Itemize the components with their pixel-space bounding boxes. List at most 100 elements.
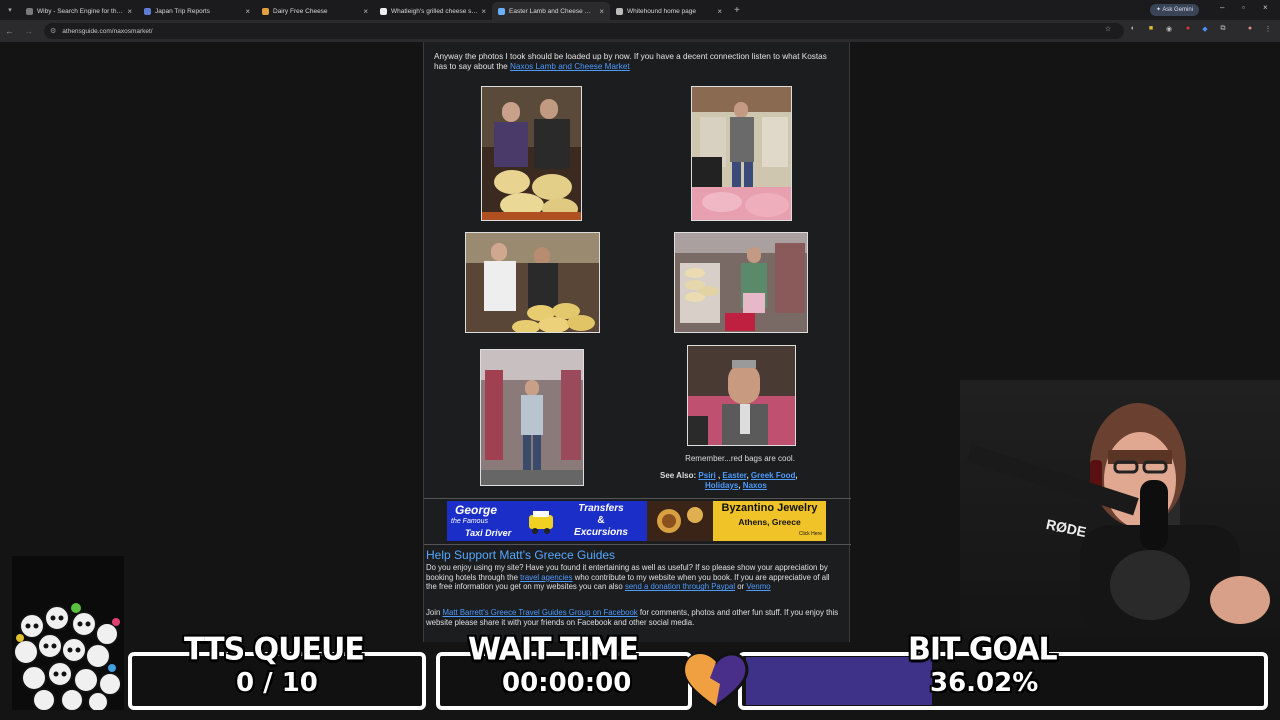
profile-avatar[interactable]: ● [1245,25,1255,35]
divider [424,544,851,545]
wait-time-value: 00:00:00 [502,668,632,698]
see-also-link-holidays[interactable]: Holidays [705,481,738,490]
toolbar: ← → ↻ ⚙ athensguide.com/naxosmarket/ [0,20,1280,42]
tab-japan-trip[interactable]: Japan Trip Reports × [138,2,256,20]
tab-title: Dairy Free Cheese [273,7,328,15]
photo-man-red-bags[interactable] [687,345,796,446]
banner-george-taxi[interactable]: George the Famous Taxi Driver [447,501,555,541]
facebook-group-link[interactable]: Matt Barrett's Greece Travel Guides Grou… [442,608,637,617]
help-paragraph-facebook: Join Matt Barrett's Greece Travel Guides… [426,608,846,627]
site-info-icon[interactable]: ⚙ [50,27,56,35]
help-text: or [735,582,747,592]
photo-lamb-vendor[interactable] [691,86,792,221]
kebab-menu-icon[interactable]: ⋮ [1263,25,1273,35]
see-also-link-easter[interactable]: Easter [722,471,746,480]
forward-icon[interactable]: → [19,26,38,36]
photo-image [675,233,807,332]
webcam-feed: RØDE [960,380,1280,636]
close-icon[interactable]: × [599,7,604,16]
banner-line: Athens, Greece [738,517,801,527]
taxi-car-icon [529,511,553,534]
close-icon[interactable]: × [245,7,250,16]
naxos-market-link[interactable]: Naxos Lamb and Cheese Market [510,62,630,71]
close-icon[interactable]: × [363,7,368,16]
banner-line: Byzantino Jewelry [721,502,818,514]
url-text: athensguide.com/naxosmarket/ [62,27,153,35]
window-close-icon[interactable]: × [1263,3,1268,12]
extension-icon[interactable]: ● [1183,25,1193,35]
ask-gemini-label: Ask Gemini [1162,7,1194,13]
favicon-icon [26,7,33,15]
help-support-heading: Help Support Matt's Greece Guides [426,548,616,562]
content-column: Anyway the photos I took should be loade… [423,42,851,642]
bit-goal-label: BIT GOAL [908,631,1058,668]
venmo-link[interactable]: Venmo [746,582,770,591]
bit-goal-value: 36.02% [930,668,1039,698]
favicon-icon [144,7,151,15]
tab-whitehound[interactable]: Whitehound home page × [610,2,728,20]
banner-line: Click Here [798,531,822,537]
banner-line: Taxi Driver [465,528,512,538]
see-also-label: See Also: [660,471,697,480]
close-icon[interactable]: × [717,7,722,16]
intro-text: Anyway the photos I took should be loade… [434,52,827,71]
tab-title: Whitehound home page [627,7,697,15]
back-icon[interactable]: ← [0,26,19,36]
bit-goal-progress-fill [746,657,932,705]
avatar-panel [12,556,124,713]
new-tab-icon[interactable]: + [734,5,740,16]
divider [424,498,851,499]
extension-icon[interactable]: ◆ [1200,25,1210,35]
see-also-link-psiri[interactable]: Psiri [698,471,715,480]
close-icon[interactable]: × [127,7,132,16]
address-bar[interactable]: ⚙ athensguide.com/naxosmarket/ [44,23,1124,39]
extension-icon[interactable]: ◐ [1128,25,1138,35]
extensions-puzzle-icon[interactable]: ⧉ [1218,25,1228,35]
favicon-icon [616,7,623,15]
photo-image [692,87,791,220]
tab-wiby[interactable]: Wiby - Search Engine for the Cl × [20,2,138,20]
paypal-donation-link[interactable]: send a donation through Paypal [625,582,735,591]
close-icon[interactable]: × [481,7,486,16]
photo-two-men-cheese[interactable] [465,232,600,333]
photo-cheese-vendors[interactable] [481,86,582,221]
minimize-icon[interactable]: – [1220,3,1224,12]
see-also-link-greek-food[interactable]: Greek Food [751,471,795,480]
intro-paragraph: Anyway the photos I took should be loade… [434,52,834,72]
photo-image [466,233,599,332]
photo-image [482,87,581,220]
photo-image [688,346,795,445]
streamer-image [966,403,1270,636]
see-also-link-naxos[interactable]: Naxos [743,481,767,490]
tab-dairy-free[interactable]: Dairy Free Cheese × [256,2,374,20]
banner-transfers[interactable]: Transfers & Excursions [555,501,647,541]
ask-gemini-button[interactable]: ✦ Ask Gemini [1150,4,1200,16]
tab-title: Easter Lamb and Cheese Marke [509,7,597,15]
jewelry-image [657,507,703,533]
extension-icon[interactable]: ■ [1146,25,1156,35]
maximize-icon[interactable]: ▫ [1242,3,1245,12]
bookmark-star-icon[interactable]: ☆ [1103,25,1113,35]
tts-queue-value: 0 / 10 [236,668,318,698]
photo-cheese-stall[interactable] [674,232,808,333]
favicon-icon [498,7,505,15]
tab-search-icon[interactable]: ▾ [0,0,20,20]
favicon-icon [262,7,269,15]
tab-strip: ▾ Wiby - Search Engine for the Cl × Japa… [0,0,1280,20]
tab-grilled-cheese[interactable]: Whatleigh's grilled cheese sand × [374,2,492,20]
help-text: Join [426,608,443,617]
travel-agencies-link[interactable]: travel agencies [520,573,572,582]
banner-byzantino[interactable]: Byzantino Jewelry Athens, Greece Click H… [713,501,826,541]
tab-title: Japan Trip Reports [155,7,210,15]
heart-icon [683,652,749,708]
wait-time-label: WAIT TIME [468,631,639,668]
photo-caption: Remember...red bags are cool. [685,454,795,463]
tab-title: Whatleigh's grilled cheese sand [391,7,479,15]
photo-market-aisle[interactable] [480,349,584,486]
banner-jewelry-image[interactable] [647,501,713,541]
banner-line: the Famous [451,518,488,525]
tab-easter-lamb[interactable]: Easter Lamb and Cheese Marke × [492,2,610,20]
extension-icon[interactable]: ◉ [1164,25,1174,35]
banner-line: George [455,503,498,517]
banner-line: Excursions [574,527,628,538]
